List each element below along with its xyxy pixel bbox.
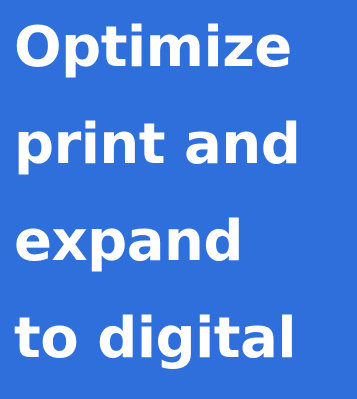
headline-line-1: Optimize [14, 15, 292, 80]
headline: Optimize print and expand to digital [14, 10, 354, 398]
hero-panel: Optimize print and expand to digital [0, 0, 357, 399]
headline-line-2: print and [14, 112, 301, 177]
headline-line-4: to digital [14, 306, 297, 371]
headline-line-3: expand [14, 209, 243, 274]
